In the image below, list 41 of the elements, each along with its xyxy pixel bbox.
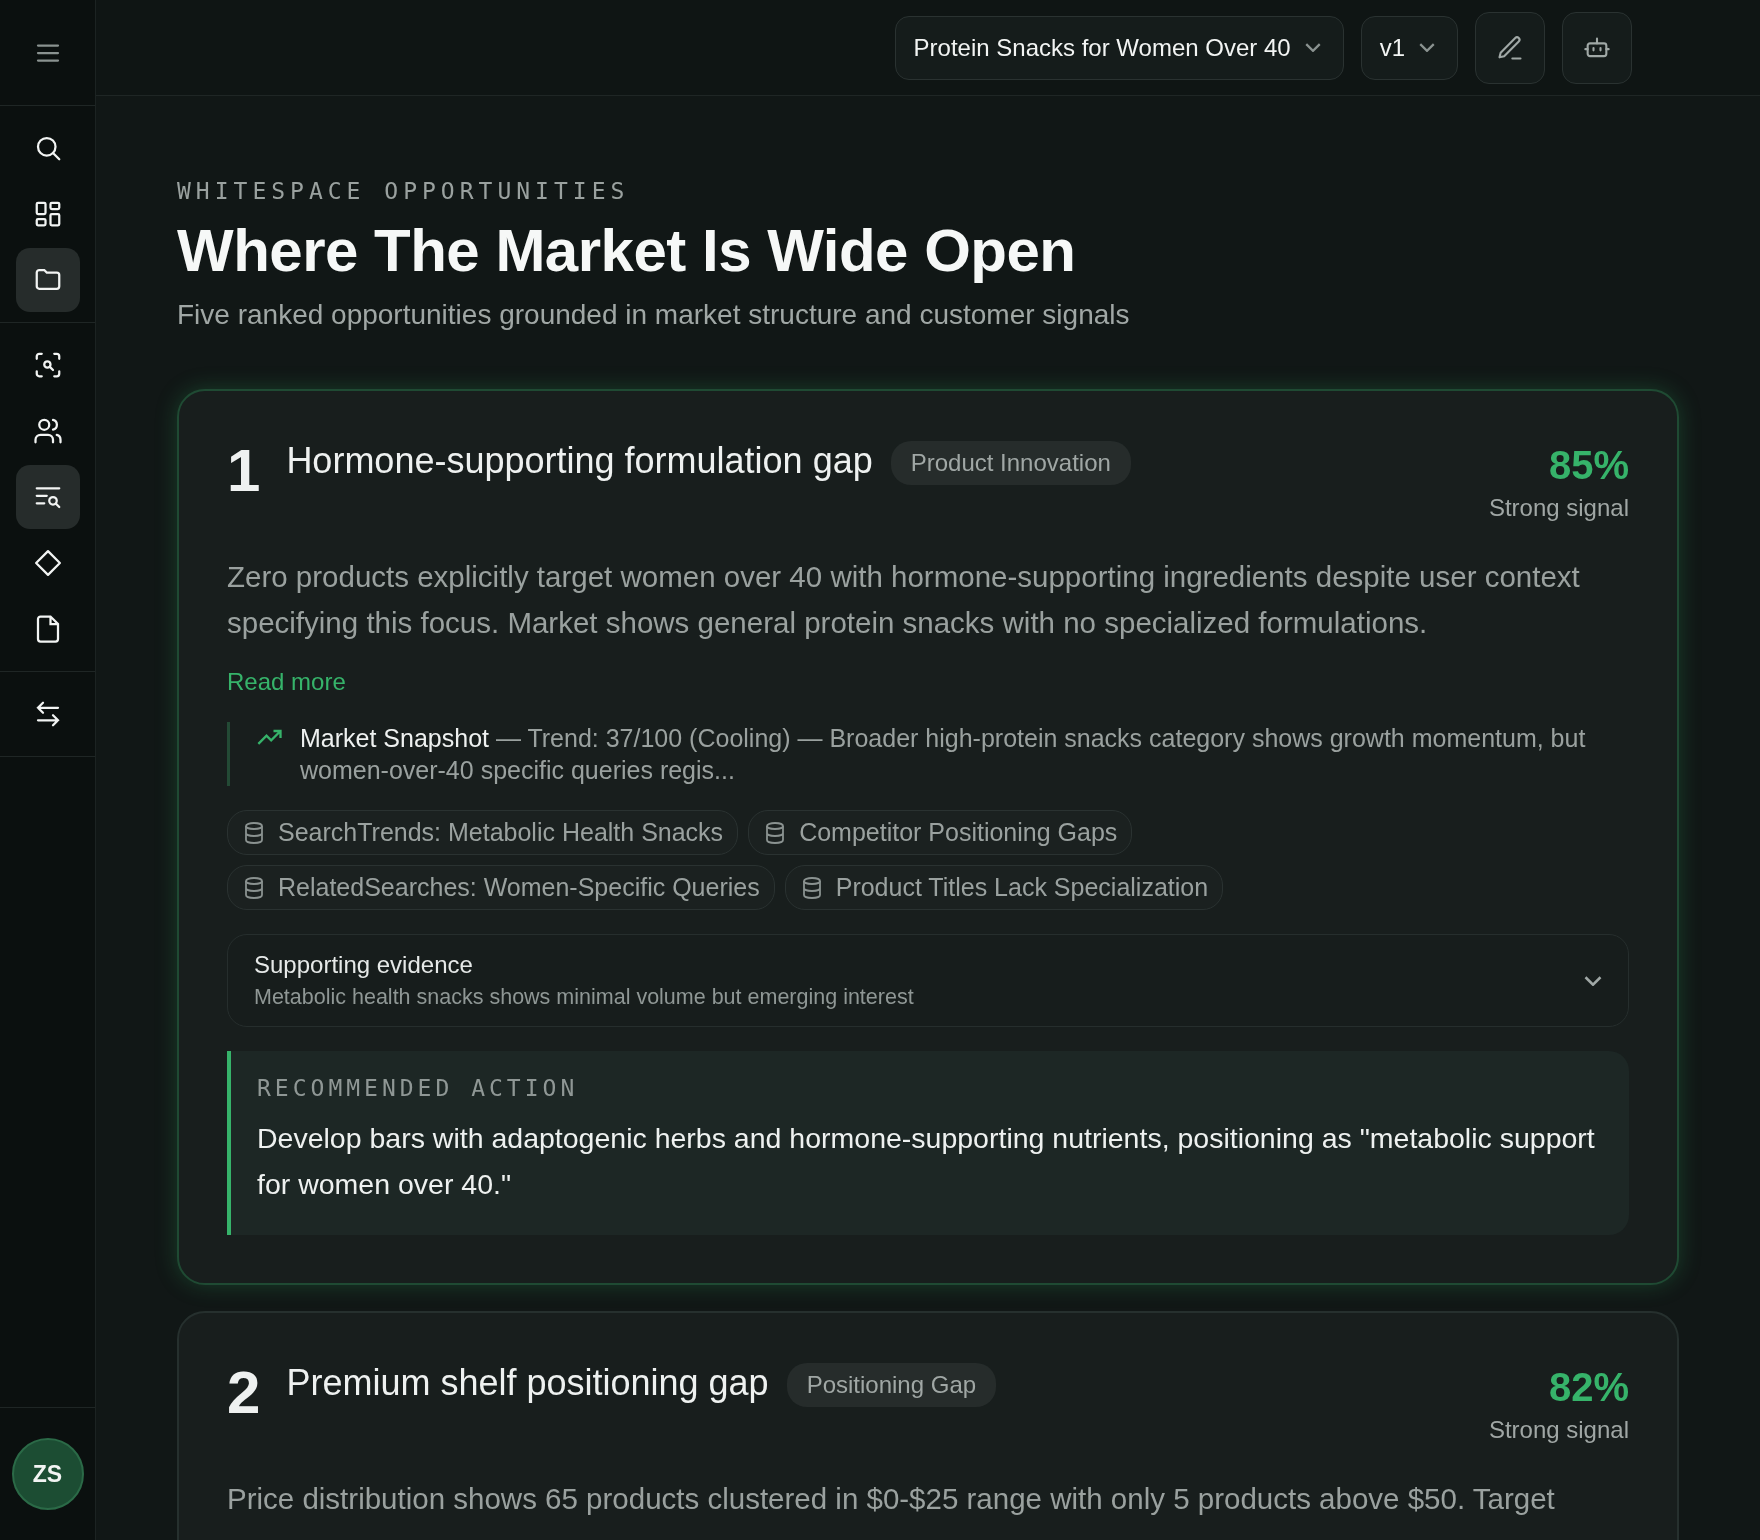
database-icon	[242, 820, 266, 845]
market-snapshot-text: Market Snapshot — Trend: 37/100 (Cooling) — Broader high-protein snacks category shows growth momentum, but women-over-40 specific queries regis...	[300, 723, 1587, 786]
user-avatar[interactable]: ZS	[11, 1438, 84, 1510]
source-label: RelatedSearches: Women-Specific Queries	[278, 873, 760, 902]
pencil-icon	[1496, 33, 1524, 62]
source-label: SearchTrends: Metabolic Health Snacks	[278, 818, 724, 847]
opportunity-title: Premium shelf positioning gap	[286, 1361, 769, 1405]
project-dropdown[interactable]: Protein Snacks for Women Over 40	[894, 15, 1344, 80]
diamond-icon	[32, 548, 63, 578]
category-tag: Positioning Gap	[786, 1363, 997, 1407]
assistant-button[interactable]	[1562, 11, 1632, 84]
score-value: 82%	[1548, 1365, 1629, 1410]
rank-number: 2	[227, 1363, 261, 1423]
signal-label: Strong signal	[1488, 1416, 1629, 1444]
opportunity-description: Price distribution shows 65 products clustered in $0-$25 range with only 5 products above $50. Target	[227, 1481, 1556, 1517]
database-icon	[242, 875, 266, 900]
page-subtitle: Five ranked opportunities grounded in market structure and customer signals	[177, 299, 1131, 331]
evidence-summary: Metabolic health snacks shows minimal volume but emerging interest	[254, 985, 914, 1010]
section-label: WHITESPACE OPPORTUNITIES	[177, 178, 631, 204]
action-label: RECOMMENDED ACTION	[257, 1075, 580, 1101]
sidebar-item[interactable]	[15, 248, 80, 312]
source-label: Competitor Positioning Gaps	[799, 818, 1118, 847]
sidebar-item[interactable]	[15, 465, 80, 529]
users-icon	[32, 416, 63, 446]
chevron-down-icon	[1304, 43, 1321, 52]
category-tag: Product Innovation	[890, 441, 1131, 485]
rank-number: 1	[227, 441, 261, 501]
action-text: Develop bars with adaptogenic herbs and hormone-supporting nutrients, positioning as "metabolic support for women over 40."	[257, 1121, 1596, 1202]
read-more-link[interactable]: Read more	[227, 668, 346, 696]
supporting-evidence-toggle[interactable]: Supporting evidence Metabolic health snacks shows minimal volume but emerging interest	[227, 934, 1629, 1027]
page-title: Where The Market Is Wide Open	[177, 216, 1077, 285]
chevron-icon	[1584, 975, 1602, 986]
edit-button[interactable]	[1475, 11, 1545, 84]
evidence-title: Supporting evidence	[254, 951, 474, 979]
opportunity-description: Zero products explicitly target women over 40 with hormone-supporting ingredients despite user context specifying this focus. Market shows general protein snacks with no specialized formulations.	[227, 559, 1581, 641]
score-value: 85%	[1548, 443, 1629, 488]
signal-label: Strong signal	[1488, 494, 1629, 522]
source-label: Product Titles Lack Specialization	[835, 873, 1209, 902]
opportunity-title: Hormone-supporting formulation gap	[286, 439, 873, 483]
version-dropdown[interactable]: v1	[1360, 15, 1458, 80]
chevron-down-icon	[1419, 43, 1435, 52]
